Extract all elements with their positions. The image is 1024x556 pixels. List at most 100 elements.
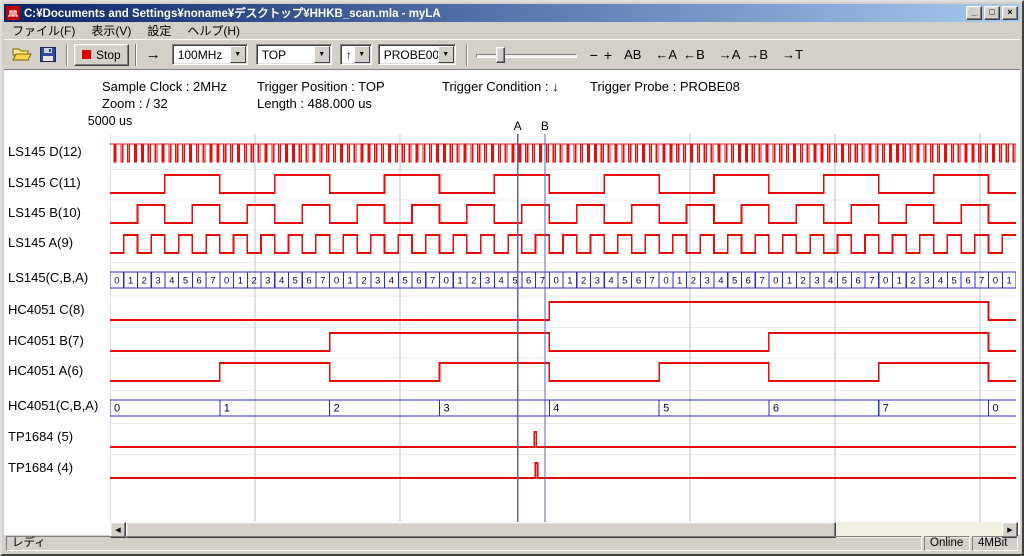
svg-text:2: 2 (251, 276, 256, 287)
svg-text:0: 0 (993, 276, 998, 287)
stop-button[interactable]: Stop (74, 44, 129, 66)
trigger-edge-select[interactable]: ↑ ▼ (340, 44, 372, 65)
probe-select[interactable]: PROBE00 ▼ (378, 44, 456, 65)
svg-text:6: 6 (416, 276, 421, 287)
svg-text:4: 4 (828, 276, 833, 287)
titlebar[interactable]: C:¥Documents and Settings¥noname¥デスクトップ¥… (4, 4, 1020, 22)
svg-text:0: 0 (444, 276, 449, 287)
svg-text:2: 2 (910, 276, 915, 287)
svg-text:4: 4 (608, 276, 613, 287)
close-button[interactable]: × (1002, 6, 1018, 20)
goto-b-back-button[interactable]: ←B (680, 45, 708, 64)
svg-text:1: 1 (897, 276, 902, 287)
svg-text:5: 5 (622, 276, 627, 287)
channel-label: LS145 B(10) (8, 205, 108, 221)
save-button[interactable] (36, 44, 60, 66)
status-memory: 4MBit (972, 536, 1018, 551)
svg-text:6: 6 (636, 276, 641, 287)
floppy-disk-icon (40, 47, 56, 62)
chevron-down-icon[interactable]: ▼ (354, 46, 370, 63)
channel-label: LS145 C(11) (8, 175, 108, 191)
open-folder-icon (12, 47, 32, 62)
svg-text:4: 4 (553, 403, 559, 415)
status-online: Online (924, 536, 970, 551)
minimize-button[interactable]: _ (966, 6, 982, 20)
goto-trigger-button[interactable]: →T (779, 45, 806, 64)
stop-label: Stop (96, 48, 121, 62)
sample-clock-value: 100MHz (178, 48, 223, 62)
channel-label: HC4051(C,B,A) (8, 398, 108, 414)
svg-text:1: 1 (224, 403, 230, 415)
chevron-down-icon[interactable]: ▼ (230, 46, 246, 63)
menu-settings[interactable]: 設定 (139, 21, 179, 40)
svg-text:5: 5 (183, 276, 188, 287)
svg-text:5: 5 (842, 276, 847, 287)
trigger-position-info: Trigger Position : TOP (257, 79, 385, 94)
svg-text:4: 4 (938, 276, 943, 287)
menu-view[interactable]: 表示(V) (83, 21, 139, 40)
maximize-icon: □ (989, 7, 994, 17)
svg-text:7: 7 (759, 276, 764, 287)
trigger-probe-info: Trigger Probe : PROBE08 (590, 79, 740, 94)
zoom-out-button[interactable]: − (587, 45, 601, 65)
svg-text:2: 2 (801, 276, 806, 287)
close-icon: × (1007, 7, 1012, 17)
svg-text:7: 7 (210, 276, 215, 287)
waveform-plot[interactable]: 0123456701234567012345670123456701234567… (110, 134, 1016, 522)
goto-a-back-button[interactable]: ←A (652, 45, 680, 64)
svg-text:7: 7 (540, 276, 545, 287)
trigger-position-select[interactable]: TOP ▼ (256, 44, 332, 65)
svg-text:0: 0 (663, 276, 668, 287)
svg-text:6: 6 (526, 276, 531, 287)
svg-text:3: 3 (814, 276, 819, 287)
zoom-in-button[interactable]: + (601, 45, 615, 65)
svg-text:7: 7 (650, 276, 655, 287)
svg-text:1: 1 (1006, 276, 1011, 287)
svg-text:4: 4 (389, 276, 394, 287)
window-controls: _ □ × (966, 6, 1018, 20)
svg-text:0: 0 (114, 276, 119, 287)
marker-b-label[interactable]: B (541, 119, 549, 133)
goto-b-forward-button[interactable]: →B (743, 45, 771, 64)
svg-text:2: 2 (361, 276, 366, 287)
svg-text:6: 6 (965, 276, 970, 287)
channel-label: HC4051 A(6) (8, 363, 108, 379)
svg-text:0: 0 (773, 276, 778, 287)
menu-file[interactable]: ファイル(F) (4, 21, 83, 40)
svg-text:5: 5 (663, 403, 669, 415)
svg-text:5: 5 (512, 276, 517, 287)
svg-text:6: 6 (197, 276, 202, 287)
trigger-condition-info: Trigger Condition : ↓ (442, 79, 559, 94)
toolbar-separator (135, 44, 137, 66)
chevron-down-icon[interactable]: ▼ (314, 46, 330, 63)
toolbar-separator (66, 44, 68, 66)
svg-text:1: 1 (787, 276, 792, 287)
zoom-slider[interactable] (474, 44, 579, 66)
channel-label: TP1684 (5) (8, 429, 108, 445)
chevron-down-icon[interactable]: ▼ (438, 46, 454, 63)
svg-text:6: 6 (773, 403, 779, 415)
svg-text:2: 2 (691, 276, 696, 287)
trigger-edge-value: ↑ (346, 48, 352, 62)
svg-text:4: 4 (279, 276, 284, 287)
toolbar-separator (466, 44, 468, 66)
run-button[interactable]: → (143, 44, 164, 65)
svg-text:0: 0 (993, 403, 999, 415)
time-axis-label: 5000 us (88, 114, 132, 128)
channel-label: TP1684 (4) (8, 460, 108, 476)
open-button[interactable] (10, 44, 34, 66)
menu-help[interactable]: ヘルプ(H) (179, 21, 248, 40)
goto-a-forward-button[interactable]: →A (716, 45, 744, 64)
svg-text:3: 3 (155, 276, 160, 287)
svg-text:6: 6 (306, 276, 311, 287)
slider-thumb[interactable] (496, 47, 505, 63)
channel-label: LS145 A(9) (8, 235, 108, 251)
maximize-button[interactable]: □ (984, 6, 1000, 20)
app-icon (6, 6, 20, 20)
ab-markers-button[interactable]: AB (621, 45, 644, 64)
svg-text:7: 7 (430, 276, 435, 287)
window-title: C:¥Documents and Settings¥noname¥デスクトップ¥… (24, 5, 966, 21)
marker-a-label[interactable]: A (514, 119, 522, 133)
sample-clock-select[interactable]: 100MHz ▼ (172, 44, 248, 65)
svg-text:6: 6 (855, 276, 860, 287)
